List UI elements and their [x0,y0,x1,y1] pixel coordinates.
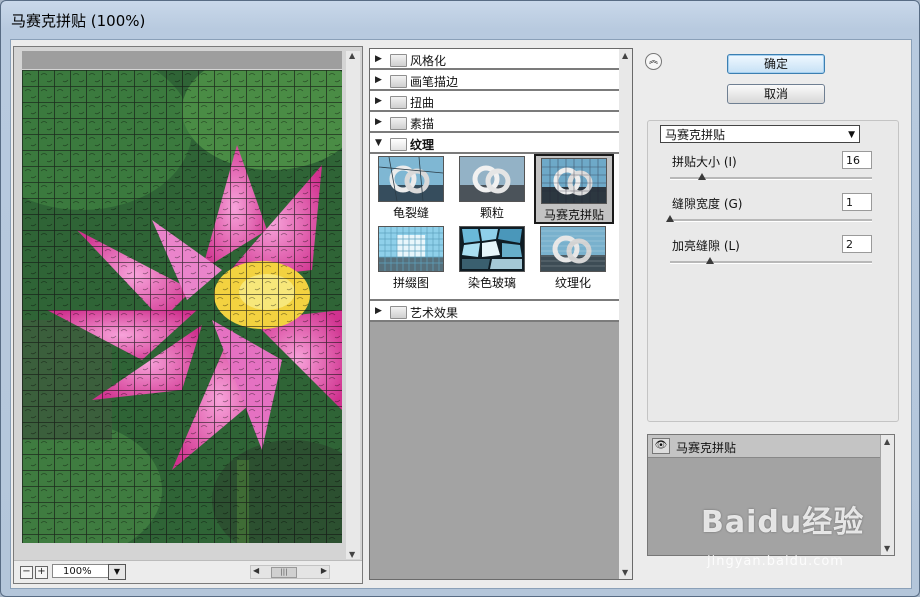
watermark-url: jingyan.baidu.com [707,554,844,569]
filter-gallery-window: 马赛克拼贴 (100%) ▲ ▼ − + 100% ▼ ◀ ||| ▶ ▶ 风格… [0,0,920,597]
gallery-vertical-scrollbar[interactable]: ▲ ▼ [619,49,632,579]
visibility-eye-icon[interactable]: 👁 [652,438,670,454]
thumbnail-image [459,226,525,272]
lighten-grout-slider-handle[interactable] [706,257,715,264]
thumbnail-caption: 染色玻璃 [467,276,516,290]
grout-width-slider-handle[interactable] [666,215,674,222]
scroll-down-arrow-icon[interactable]: ▼ [884,544,890,553]
layers-vertical-scrollbar[interactable]: ▲ ▼ [881,435,894,555]
expand-arrow-icon: ▶ [375,96,382,106]
preview-top-bar [22,51,342,69]
scroll-up-arrow-icon[interactable]: ▲ [622,51,628,60]
thumbnail-caption: 马赛克拼贴 [543,208,604,222]
category-label: 画笔描边 [410,75,459,89]
scroll-thumb[interactable]: ||| [271,567,297,578]
thumbnail-caption: 颗粒 [479,206,504,220]
filter-select-value: 马赛克拼贴 [665,128,726,142]
thumbnail-image [378,226,444,272]
window-title: 马赛克拼贴 (100%) [11,12,146,30]
effect-layer-row[interactable]: 👁 马赛克拼贴 [648,435,880,458]
tile-size-slider-handle[interactable] [698,173,707,180]
lighten-grout-label: 加亮缝隙 (L) [672,239,740,253]
category-label: 风格化 [410,54,447,68]
category-texture[interactable]: ▼ 纹理 [370,133,632,154]
preview-pane: ▲ ▼ − + 100% ▼ ◀ ||| ▶ [13,46,363,584]
expand-arrow-icon: ▶ [375,117,382,127]
zoom-dropdown-arrow-icon[interactable]: ▼ [108,564,126,580]
scroll-up-arrow-icon[interactable]: ▲ [349,51,355,60]
filter-settings-panel: 马赛克拼贴 ▼ 拼贴大小 (I) 16 缝隙宽度 (G) 1 加亮缝隙 (L) … [647,120,899,422]
folder-icon [390,117,407,130]
category-label: 扭曲 [410,96,435,110]
grout-width-label: 缝隙宽度 (G) [672,197,743,211]
expand-arrow-icon: ▶ [375,306,382,316]
scroll-down-arrow-icon[interactable]: ▼ [622,568,628,577]
zoom-in-button[interactable]: + [35,566,48,579]
effect-layer-name: 马赛克拼贴 [676,441,737,455]
scroll-up-arrow-icon[interactable]: ▲ [884,437,890,446]
category-label: 艺术效果 [410,306,459,320]
folder-icon [390,96,407,109]
scroll-left-arrow-icon[interactable]: ◀ [253,566,259,575]
thumbnail-image [540,226,606,272]
thumbnail-image [541,158,607,204]
folder-icon [390,54,407,67]
title-bar[interactable]: 马赛克拼贴 (100%) [1,1,919,37]
expand-arrow-icon: ▶ [375,54,382,64]
texture-filter-thumbnails: 龟裂缝 颗粒 马赛克拼贴 拼缀图 染色玻璃 纹理化 [370,154,632,301]
tile-size-input[interactable]: 16 [842,151,872,169]
preview-vertical-scrollbar[interactable]: ▲ ▼ [346,51,360,559]
thumbnail-caption: 龟裂缝 [392,206,429,220]
dropdown-arrow-icon: ▼ [848,130,855,140]
category-sketch[interactable]: ▶ 素描 [370,112,632,133]
lighten-grout-input[interactable]: 2 [842,235,872,253]
collapse-gallery-chevron-icon[interactable]: ︽ [645,53,662,70]
grout-width-input[interactable]: 1 [842,193,872,211]
open-folder-icon [390,138,407,151]
scroll-right-arrow-icon[interactable]: ▶ [321,566,327,575]
category-brush-strokes[interactable]: ▶ 画笔描边 [370,70,632,91]
thumbnail-caption: 拼缀图 [392,276,429,290]
ok-button[interactable]: 确定 [727,54,825,74]
filter-thumb-texturizer[interactable]: 纹理化 [538,226,608,292]
category-stylize[interactable]: ▶ 风格化 [370,49,632,70]
zoom-out-button[interactable]: − [20,566,33,579]
filter-gallery: ▶ 风格化 ▶ 画笔描边 ▶ 扭曲 ▶ 素描 ▼ 纹理 龟裂缝 颗粒 马赛克拼贴… [369,48,633,580]
filter-thumb-grain[interactable]: 颗粒 [457,156,527,222]
scroll-down-arrow-icon[interactable]: ▼ [349,550,355,559]
expand-arrow-icon: ▶ [375,75,382,85]
thumbnail-image [459,156,525,202]
filter-thumb-patchwork[interactable]: 拼缀图 [376,226,446,292]
thumbnail-caption: 纹理化 [554,276,591,290]
lighten-grout-slider-track[interactable] [670,261,872,264]
preview-image[interactable] [22,70,342,543]
tile-size-label: 拼贴大小 (I) [672,155,737,169]
folder-icon [390,306,407,319]
collapse-arrow-icon: ▼ [375,138,382,148]
baidu-jingyan-watermark: Baidu经验 [701,505,865,540]
filter-select[interactable]: 马赛克拼贴 ▼ [660,125,860,143]
category-artistic[interactable]: ▶ 艺术效果 [370,301,632,322]
category-distort[interactable]: ▶ 扭曲 [370,91,632,112]
filter-thumb-mosaic-tiles[interactable]: 马赛克拼贴 [534,154,614,224]
preview-zoom-bar: − + 100% ▼ ◀ ||| ▶ [14,560,362,583]
lotus-preview-graphic [22,70,342,543]
grout-width-slider-track[interactable] [670,219,872,222]
category-label: 纹理 [410,138,435,152]
thumbnail-image [378,156,444,202]
preview-horizontal-scrollbar[interactable]: ◀ ||| ▶ [250,565,330,579]
cancel-button[interactable]: 取消 [727,84,825,104]
category-label: 素描 [410,117,435,131]
folder-icon [390,75,407,88]
filter-thumb-stained-glass[interactable]: 染色玻璃 [457,226,527,292]
filter-thumb-craquelure[interactable]: 龟裂缝 [376,156,446,222]
